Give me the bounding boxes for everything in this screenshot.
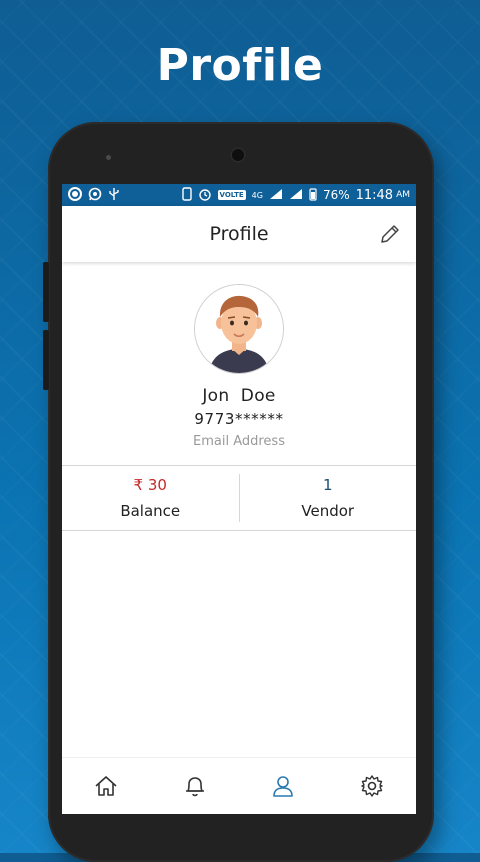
- nav-profile[interactable]: [239, 758, 328, 814]
- vendor-stat[interactable]: 1 Vendor: [238, 474, 417, 522]
- vendor-label: Vendor: [301, 502, 355, 520]
- edit-profile-button[interactable]: [378, 222, 402, 246]
- clock-ampm: AM: [396, 190, 410, 200]
- vendor-value: 1: [322, 476, 333, 494]
- phone-signal-icon: [181, 186, 192, 204]
- proximity-sensor: [106, 155, 111, 160]
- app-header: Profile: [62, 206, 416, 262]
- volte-badge: VOLTE: [217, 190, 246, 200]
- pencil-icon: [381, 225, 399, 243]
- user-email: Email Address: [193, 434, 285, 449]
- avatar-illustration: [195, 285, 283, 373]
- page-title: Profile: [209, 223, 269, 245]
- usb-icon: [108, 187, 120, 204]
- power-button: [43, 330, 49, 390]
- bottom-nav: [62, 757, 416, 814]
- record-icon: [68, 186, 82, 204]
- status-bar: VOLTE 4G 76% 11:48 AM: [62, 184, 416, 206]
- profile-section: Jon Doe 9773****** Email Address ₹ 30 Ba…: [62, 262, 416, 531]
- network-type: 4G: [251, 190, 263, 200]
- signal-2-icon: [289, 188, 303, 203]
- nav-home[interactable]: [62, 758, 151, 814]
- balance-label: Balance: [120, 502, 181, 520]
- clock-time: 11:48: [355, 187, 394, 203]
- battery-icon: [309, 187, 317, 204]
- signal-icon: [269, 188, 283, 203]
- home-icon: [95, 776, 117, 796]
- nav-settings[interactable]: [328, 758, 417, 814]
- balance-stat[interactable]: ₹ 30 Balance: [62, 466, 239, 530]
- user-name: Jon Doe: [202, 386, 276, 406]
- stats-row: ₹ 30 Balance 1 Vendor: [62, 465, 416, 531]
- app-screen: VOLTE 4G 76% 11:48 AM Profile Jon Doe 97…: [62, 184, 416, 814]
- bell-icon: [185, 777, 204, 797]
- whatsapp-icon: [88, 187, 102, 204]
- volume-button: [43, 262, 49, 322]
- promo-title: Profile: [156, 40, 324, 91]
- front-camera: [230, 147, 246, 163]
- battery-percent: 76%: [322, 188, 350, 202]
- balance-value: ₹ 30: [133, 476, 167, 494]
- alarm-icon: [198, 187, 212, 204]
- settings-icon: [361, 775, 383, 797]
- user-icon: [273, 776, 294, 797]
- nav-notifications[interactable]: [151, 758, 240, 814]
- avatar[interactable]: [194, 284, 284, 374]
- user-phone: 9773******: [194, 410, 284, 428]
